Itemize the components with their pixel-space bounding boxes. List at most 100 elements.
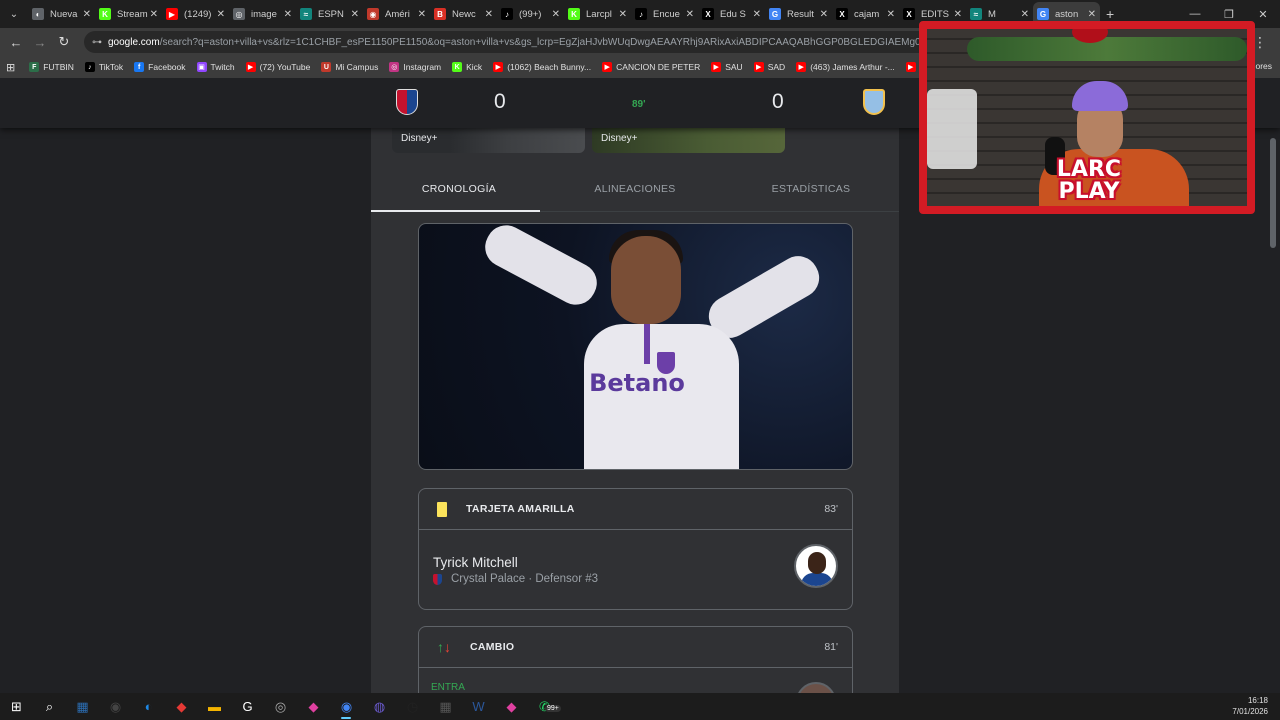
system-clock[interactable]: 16:18 7/01/2026 (1232, 695, 1268, 717)
edge-icon[interactable]: ◐ (132, 693, 165, 720)
minimize-button[interactable]: — (1178, 8, 1212, 20)
tab-favicon-icon: ♪ (501, 8, 513, 20)
video-source: Disney+ (601, 133, 638, 144)
app-pink-icon[interactable]: ◆ (297, 693, 330, 720)
browser-tab[interactable]: ♪ Encue ✕ (631, 2, 698, 26)
app-cat-icon[interactable]: ◉ (99, 693, 132, 720)
browser-tab[interactable]: Xcajam ✕ (832, 2, 899, 26)
page-scrollbar[interactable] (1270, 138, 1276, 248)
close-tab-icon[interactable]: ✕ (753, 9, 761, 20)
close-tab-icon[interactable]: ✕ (820, 9, 828, 20)
event-card-yellow[interactable]: TARJETA AMARILLA 83' Tyrick Mitchell Cry… (418, 488, 853, 610)
player-team-position: Crystal Palace · Defensor #3 (451, 573, 599, 585)
close-tab-icon[interactable]: ✕ (1088, 9, 1096, 20)
bookmark-favicon-icon: K (452, 62, 463, 72)
browser-tab[interactable]: ◉ Améri ✕ (363, 2, 430, 26)
word-icon[interactable]: W (462, 693, 495, 720)
bookmark-item[interactable]: ▶ SAU (711, 62, 743, 72)
store-icon[interactable]: ▦ (66, 693, 99, 720)
event-type: CAMBIO (470, 641, 515, 653)
bookmark-item[interactable]: ▶ (1062) Beach Bunny... (493, 62, 591, 72)
player-name[interactable]: Tyrick Mitchell (433, 555, 518, 570)
obs-icon[interactable]: ◍ (363, 693, 396, 720)
tab-search-menu-icon[interactable]: ⌄ (0, 0, 28, 28)
video-card[interactable]: Disney+ (392, 128, 585, 153)
tab-title: Améri (385, 8, 410, 20)
bookmark-item[interactable]: ◎ Instagram (389, 62, 441, 72)
bookmark-label: (463) James Arthur -... (810, 62, 895, 72)
bookmark-item[interactable]: ▣ Twitch (196, 62, 235, 72)
browser-tab[interactable]: ♪ (99+) ✕ (497, 2, 564, 26)
tab-title: Result (787, 8, 814, 20)
close-tab-icon[interactable]: ✕ (418, 9, 426, 20)
bookmark-item[interactable]: ▶ SAD (753, 62, 785, 72)
restore-button[interactable]: ❐ (1212, 8, 1246, 21)
close-tab-icon[interactable]: ✕ (217, 9, 225, 20)
reload-button[interactable]: ↻ (52, 34, 76, 50)
taskbar-glyph: ⊞ (11, 698, 22, 714)
home-score: 0 (494, 90, 506, 113)
chrome-icon[interactable]: ◉ (330, 693, 363, 720)
anydesk-icon[interactable]: ◆ (165, 693, 198, 720)
close-window-button[interactable]: ✕ (1246, 8, 1280, 21)
site-info-icon[interactable]: ⊶ (92, 37, 102, 48)
close-tab-icon[interactable]: ✕ (619, 9, 627, 20)
bookmark-item[interactable]: f Facebook (134, 62, 186, 72)
player-photo[interactable]: Betano (418, 223, 853, 470)
app-g-icon[interactable]: G (231, 693, 264, 720)
browser-tab[interactable]: B Newc ✕ (430, 2, 497, 26)
video-card[interactable]: Disney+ (592, 128, 785, 153)
bookmark-label: Instagram (403, 62, 442, 72)
close-tab-icon[interactable]: ✕ (552, 9, 560, 20)
event-card-substitution[interactable]: ↑↓ CAMBIO 81' ENTRA (418, 626, 853, 693)
file-explorer-icon[interactable]: ▬ (198, 693, 231, 720)
bookmark-item[interactable]: ▶ (72) YouTube (245, 62, 310, 72)
bookmark-item[interactable]: ♪ TikTok (84, 62, 124, 72)
tab-favicon-icon: X (836, 8, 848, 20)
browser-tab[interactable]: ≈ ESPN ✕ (296, 2, 363, 26)
tab-estadisticas[interactable]: ESTADÍSTICAS (723, 170, 899, 211)
tab-alineaciones[interactable]: ALINEACIONES (547, 170, 723, 211)
forward-button[interactable]: → (28, 35, 52, 50)
bookmark-item[interactable]: U Mi Campus (321, 62, 378, 72)
search-icon[interactable]: ⌕ (33, 693, 66, 720)
browser-tab[interactable]: ◎ image ✕ (229, 2, 296, 26)
back-button[interactable]: ← (4, 35, 28, 50)
close-tab-icon[interactable]: ✕ (686, 9, 694, 20)
browser-tab[interactable]: ▶ (1249) ✕ (162, 2, 229, 26)
app-clock-icon[interactable]: ◷ (396, 693, 429, 720)
close-tab-icon[interactable]: ✕ (351, 9, 359, 20)
tab-cronologia[interactable]: CRONOLOGÍA (371, 170, 547, 212)
close-tab-icon[interactable]: ✕ (284, 9, 292, 20)
browser-tab[interactable]: G Result ✕ (765, 2, 832, 26)
bookmark-item[interactable]: ▶ (463) James Arthur -... (796, 62, 895, 72)
browser-tab[interactable]: K Larcpl ✕ (564, 2, 631, 26)
steam-icon[interactable]: ◎ (264, 693, 297, 720)
windows-start-icon[interactable]: ⊞ (0, 693, 33, 720)
browser-tab[interactable]: X Edu S ✕ (698, 2, 765, 26)
whatsapp-icon[interactable]: ✆99+ (528, 693, 561, 720)
bookmark-item[interactable]: K Kick (452, 62, 482, 72)
calculator-icon[interactable]: ▦ (429, 693, 462, 720)
close-tab-icon[interactable]: ✕ (887, 9, 895, 20)
bookmark-label: TikTok (98, 62, 124, 72)
browser-tab[interactable]: K Stream ✕ (95, 2, 162, 26)
close-tab-icon[interactable]: ✕ (485, 9, 493, 20)
bookmark-item[interactable]: ▶ CANCION DE PETER (602, 62, 700, 72)
avatar-body (801, 573, 833, 586)
tab-title: M (988, 8, 996, 20)
close-tab-icon[interactable]: ✕ (83, 9, 91, 20)
player-avatar[interactable] (794, 544, 838, 588)
browser-tab[interactable]: ◐ Nueva ✕ (28, 2, 95, 26)
event-header: TARJETA AMARILLA 83' (419, 489, 852, 530)
close-tab-icon[interactable]: ✕ (1021, 9, 1029, 20)
player-avatar[interactable] (796, 682, 836, 693)
close-tab-icon[interactable]: ✕ (954, 9, 962, 20)
bookmark-item[interactable]: F FUTBIN (29, 62, 74, 72)
apps-icon[interactable]: ⊞ (6, 61, 15, 74)
away-score: 0 (772, 90, 784, 113)
app-pink2-icon[interactable]: ◆ (495, 693, 528, 720)
close-tab-icon[interactable]: ✕ (150, 9, 158, 20)
taskbar-glyph: ▦ (76, 698, 89, 714)
new-tab-button[interactable]: + (1100, 6, 1120, 22)
